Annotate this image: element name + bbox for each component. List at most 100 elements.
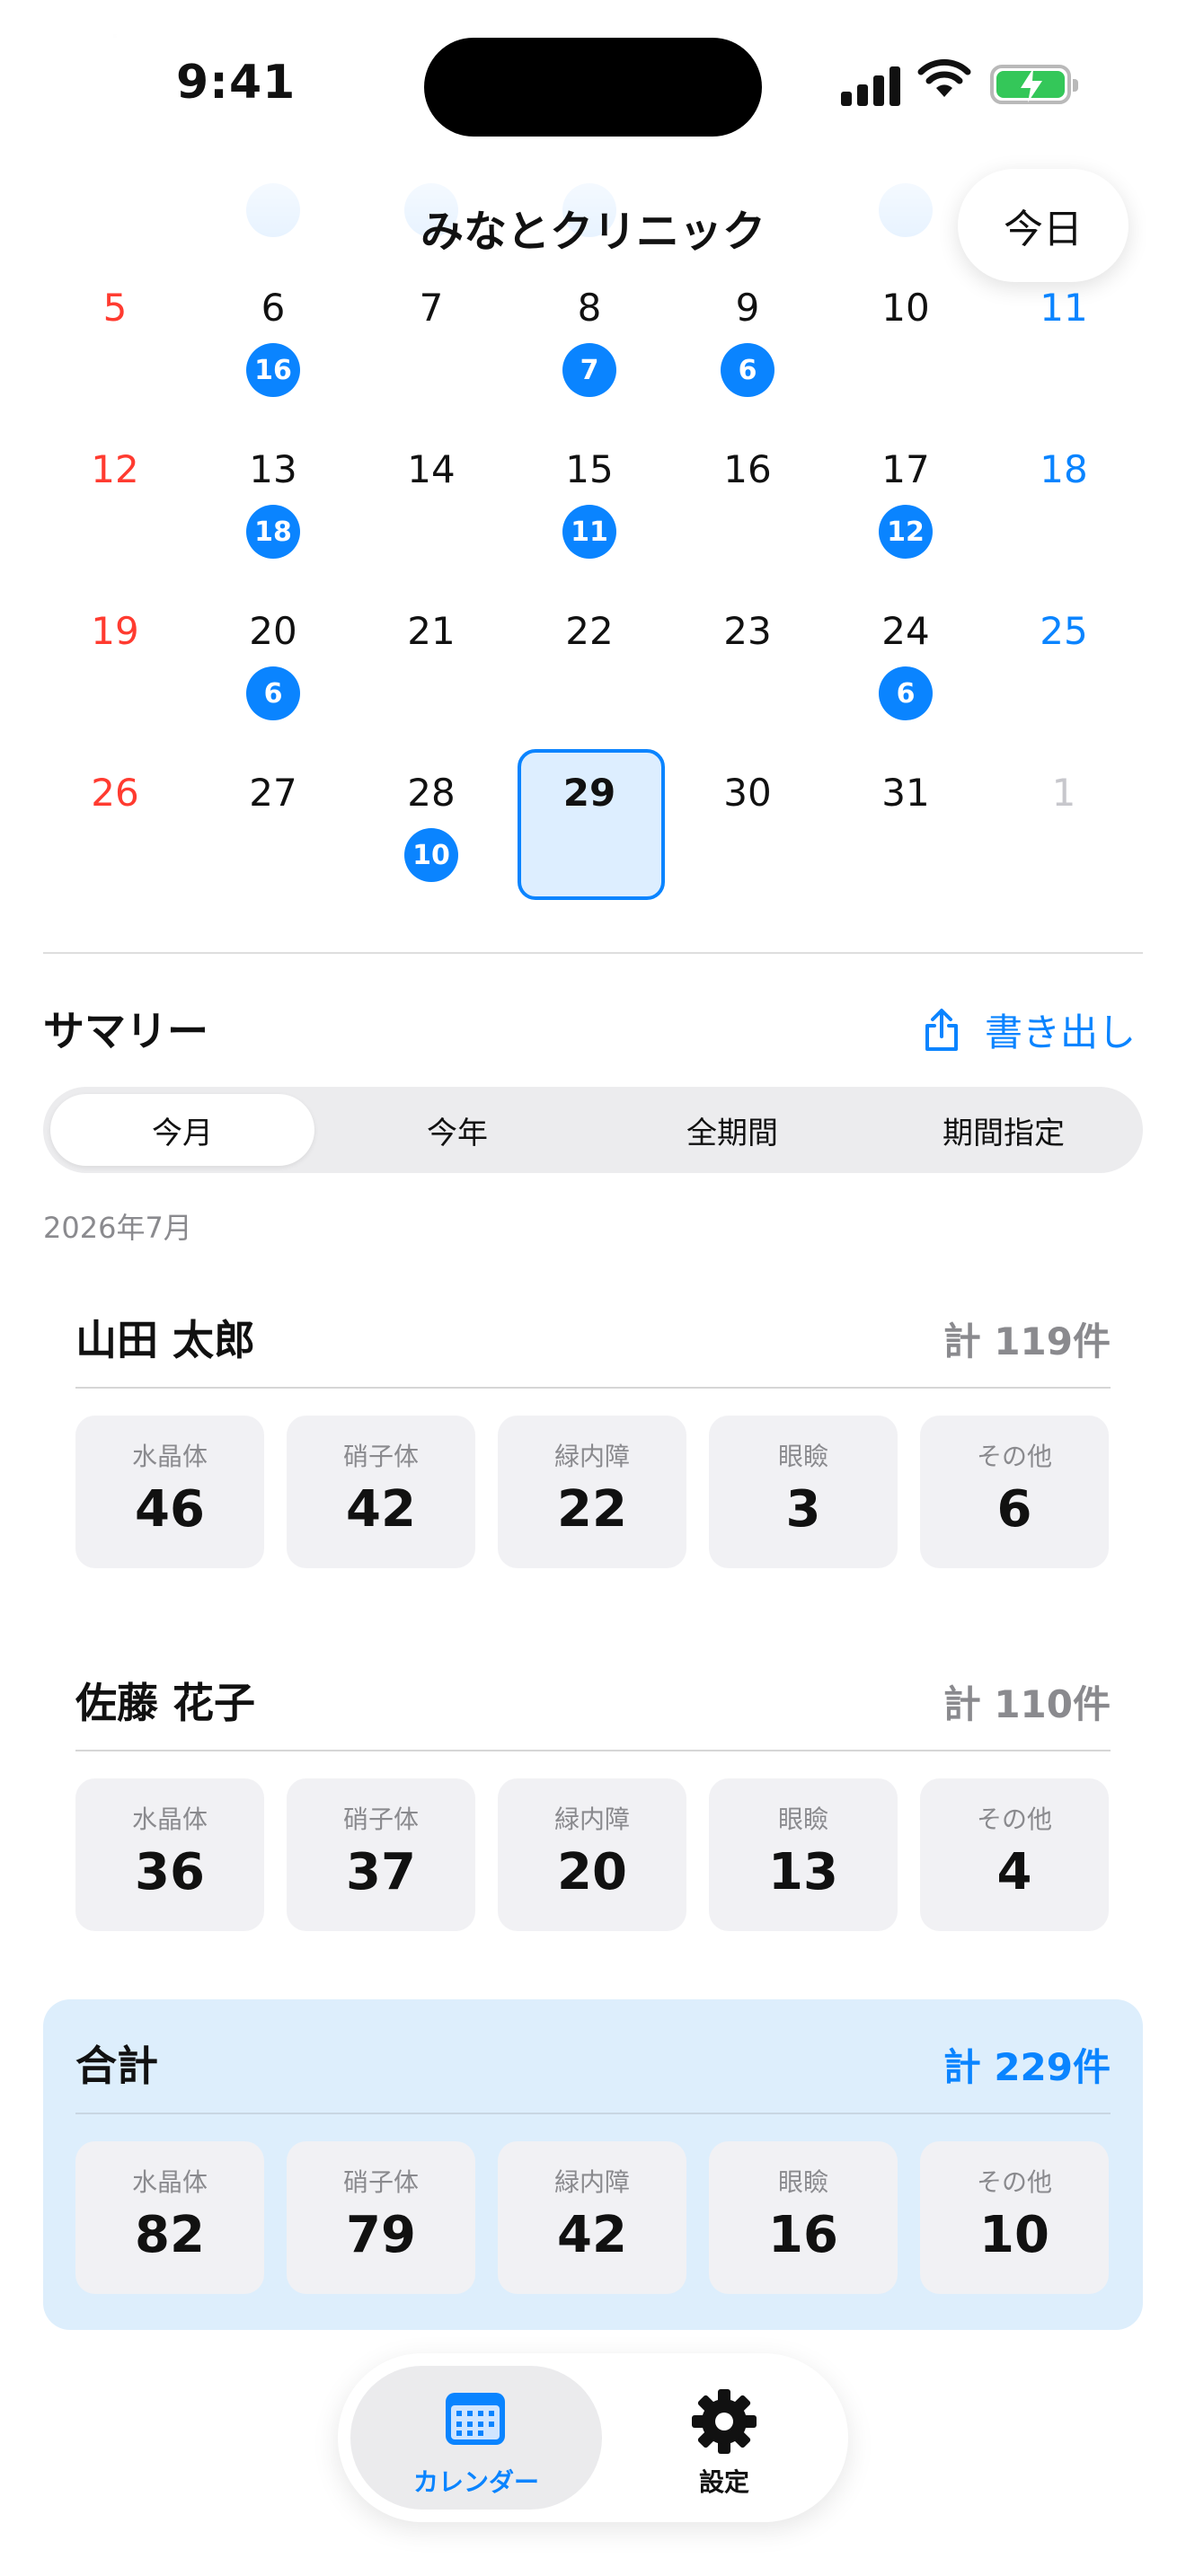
calendar-day[interactable]: 12 [48, 447, 182, 491]
category-label: 緑内障 [553, 1442, 630, 1471]
category-count: 20 [557, 1843, 627, 1901]
export-button[interactable]: 書き出し [922, 1002, 1136, 1057]
case-count-badge: 10 [404, 828, 458, 882]
category-count: 46 [135, 1480, 205, 1539]
category-label: その他 [976, 1804, 1052, 1834]
calendar-day[interactable]: 30 [680, 771, 815, 815]
calendar-day[interactable]: 13 [206, 447, 341, 491]
calendar-day[interactable]: 31 [838, 771, 973, 815]
person-summary: 佐藤 花子 計 110件 水晶体 36 硝子体 37 緑内障 20 眼瞼 13 その他 4 [43, 1665, 1143, 1935]
category-count: 36 [135, 1843, 205, 1901]
dynamic-island [424, 38, 762, 137]
calendar-day[interactable]: 22 [522, 609, 657, 653]
category-label: 水晶体 [131, 1442, 208, 1471]
segment-this-year[interactable]: 今年 [325, 1094, 589, 1166]
case-count-badge: 18 [246, 505, 300, 559]
category-label: 眼瞼 [777, 1804, 828, 1834]
calendar-day[interactable]: 16 [680, 447, 815, 491]
calendar-day[interactable]: 29 [522, 771, 657, 815]
category-count: 42 [346, 1480, 416, 1539]
category-stat-card: その他 10 [920, 2141, 1109, 2294]
section-divider [43, 952, 1143, 954]
segment-custom-range[interactable]: 期間指定 [872, 1094, 1136, 1166]
category-stat-card: その他 4 [920, 1778, 1109, 1931]
calendar-day[interactable]: 5 [48, 286, 182, 330]
cellular-signal-icon [841, 63, 900, 106]
divider [75, 2113, 1111, 2114]
grand-total-title: 合計 [75, 2042, 158, 2090]
status-time: 9:41 [176, 56, 296, 110]
category-count: 79 [346, 2206, 416, 2264]
calendar-day[interactable]: 14 [364, 447, 499, 491]
person-summary: 山田 太郎 計 119件 水晶体 46 硝子体 42 緑内障 22 眼瞼 3 その他 6 [43, 1302, 1143, 1572]
calendar-day[interactable]: 18 [996, 447, 1131, 491]
tab-calendar-label: カレンダー [412, 2467, 539, 2497]
gear-icon [692, 2389, 757, 2454]
summary-title: サマリー [43, 1007, 208, 1055]
category-count: 37 [346, 1843, 416, 1901]
category-label: 硝子体 [342, 1804, 419, 1834]
calendar-day[interactable]: 17 [838, 447, 973, 491]
calendar-day[interactable]: 6 [206, 286, 341, 330]
category-label: 水晶体 [131, 2167, 208, 2197]
divider [75, 1387, 1111, 1389]
case-count-badge: 11 [562, 505, 616, 559]
calendar-day[interactable]: 7 [364, 286, 499, 330]
case-count-badge: 16 [246, 343, 300, 397]
person-name: 山田 太郎 [75, 1316, 256, 1364]
calendar-day[interactable]: 10 [838, 286, 973, 330]
category-stat-card: 眼瞼 13 [709, 1778, 898, 1931]
calendar-day[interactable]: 21 [364, 609, 499, 653]
tab-settings[interactable]: 設定 [625, 2366, 823, 2510]
grand-total-count: 計 229件 [943, 2045, 1111, 2089]
calendar-day[interactable]: 24 [838, 609, 973, 653]
calendar-day[interactable]: 25 [996, 609, 1131, 653]
calendar-day[interactable]: 26 [48, 771, 182, 815]
calendar-day[interactable]: 27 [206, 771, 341, 815]
calendar-day[interactable]: 1 [996, 771, 1131, 815]
category-stat-card: 水晶体 82 [75, 2141, 264, 2294]
category-label: その他 [976, 2167, 1052, 2197]
calendar-day[interactable]: 9 [680, 286, 815, 330]
category-stat-card: 水晶体 46 [75, 1416, 264, 1568]
calendar-day[interactable]: 28 [364, 771, 499, 815]
category-label: 硝子体 [342, 1442, 419, 1471]
today-button[interactable]: 今日 [958, 169, 1128, 282]
person-name: 佐藤 花子 [75, 1679, 256, 1727]
category-count: 3 [785, 1480, 821, 1539]
category-stat-card: 硝子体 79 [287, 2141, 475, 2294]
battery-icon [990, 65, 1078, 104]
tab-bar: カレンダー 設定 [338, 2353, 848, 2522]
category-label: 眼瞼 [777, 1442, 828, 1471]
calendar-day[interactable]: 11 [996, 286, 1131, 330]
category-stat-card: 緑内障 22 [498, 1416, 686, 1568]
category-label: 水晶体 [131, 1804, 208, 1834]
period-label: 2026年7月 [43, 1211, 192, 1245]
calendar-day[interactable]: 15 [522, 447, 657, 491]
segment-all-time[interactable]: 全期間 [600, 1094, 864, 1166]
category-stat-card: 眼瞼 16 [709, 2141, 898, 2294]
category-stat-card: 硝子体 37 [287, 1778, 475, 1931]
calendar-day[interactable]: 8 [522, 286, 657, 330]
calendar-day[interactable]: 19 [48, 609, 182, 653]
segment-this-month[interactable]: 今月 [50, 1094, 314, 1166]
calendar-day[interactable]: 20 [206, 609, 341, 653]
category-label: 眼瞼 [777, 2167, 828, 2197]
case-count-badge: 12 [879, 505, 933, 559]
category-count: 82 [135, 2206, 205, 2264]
wifi-icon [916, 56, 972, 104]
case-count-badge: 6 [879, 666, 933, 720]
tab-settings-label: 設定 [698, 2467, 749, 2497]
category-stat-card: 緑内障 20 [498, 1778, 686, 1931]
tab-calendar[interactable]: カレンダー [350, 2366, 602, 2510]
grand-total-summary: 合計 計 229件 水晶体 82 硝子体 79 緑内障 42 眼瞼 16 その他 10 [43, 1999, 1143, 2330]
category-stat-card: 緑内障 42 [498, 2141, 686, 2294]
share-icon [925, 1008, 958, 1051]
category-count: 13 [768, 1843, 838, 1901]
calendar-day[interactable]: 23 [680, 609, 815, 653]
category-count: 16 [768, 2206, 838, 2264]
category-label: その他 [976, 1442, 1052, 1471]
category-label: 硝子体 [342, 2167, 419, 2197]
category-stat-card: 硝子体 42 [287, 1416, 475, 1568]
category-label: 緑内障 [553, 1804, 630, 1834]
